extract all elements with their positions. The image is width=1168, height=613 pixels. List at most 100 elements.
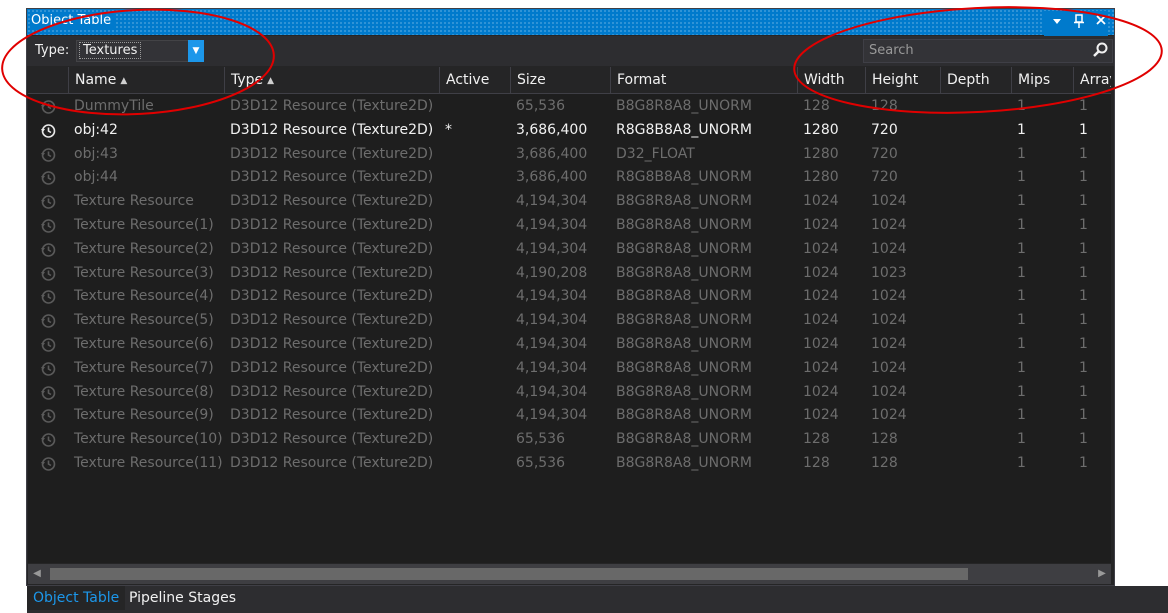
cell-height: 1024 xyxy=(871,407,907,424)
cell-format: R8G8B8A8_UNORM xyxy=(616,121,752,138)
cell-height: 720 xyxy=(871,121,898,138)
cell-format: B8G8R8A8_UNORM xyxy=(616,288,752,305)
cell-array: 1 xyxy=(1079,431,1088,448)
cell-mips: 1 xyxy=(1017,383,1026,400)
search-icon[interactable] xyxy=(1090,40,1110,62)
dropdown-icon[interactable] xyxy=(1050,11,1064,37)
history-clock-icon xyxy=(41,219,56,233)
cell-size: 4,194,304 xyxy=(516,240,588,257)
type-dropdown[interactable]: Textures ▼ xyxy=(76,40,204,62)
cell-size: 65,536 xyxy=(516,455,565,471)
cell-type: D3D12 Resource (Texture2D) xyxy=(230,193,434,210)
scroll-right-icon[interactable]: ▶ xyxy=(1093,564,1111,584)
cell-type: D3D12 Resource (Texture2D) xyxy=(230,145,434,162)
search-input[interactable]: Search xyxy=(863,39,1113,63)
cell-mips: 1 xyxy=(1017,240,1026,257)
cell-array: 1 xyxy=(1079,383,1088,400)
cell-name: DummyTile xyxy=(74,98,154,114)
cell-name: Texture Resource(6) xyxy=(74,336,214,352)
column-header-format[interactable]: Format xyxy=(610,67,797,93)
cell-height: 128 xyxy=(871,455,898,471)
cell-height: 1024 xyxy=(871,217,907,233)
chevron-down-icon[interactable]: ▼ xyxy=(188,40,204,62)
scroll-left-icon[interactable]: ◀ xyxy=(28,564,46,584)
cell-array: 1 xyxy=(1079,217,1088,233)
tab-object-table[interactable]: Object Table xyxy=(27,586,126,610)
cell-array: 1 xyxy=(1079,169,1088,186)
history-clock-icon xyxy=(41,338,56,352)
column-header-label: Array xyxy=(1080,72,1111,88)
cell-array: 1 xyxy=(1079,359,1088,376)
cell-array: 1 xyxy=(1079,240,1088,257)
close-icon[interactable] xyxy=(1094,11,1108,37)
cell-mips: 1 xyxy=(1017,359,1026,376)
cell-format: B8G8R8A8_UNORM xyxy=(616,98,752,114)
cell-width: 1024 xyxy=(803,288,839,305)
column-header-height[interactable]: Height xyxy=(865,67,940,93)
scrollbar-thumb[interactable] xyxy=(50,568,968,580)
cell-height: 1024 xyxy=(871,359,907,376)
column-header-name[interactable]: Name ▲ xyxy=(68,67,224,93)
table-row[interactable]: obj:42 D3D12 Resource (Texture2D) * 3,686,4… xyxy=(28,118,1111,142)
cell-array: 1 xyxy=(1079,407,1088,424)
cell-width: 1024 xyxy=(803,312,839,329)
history-clock-icon xyxy=(41,314,56,328)
cell-mips: 1 xyxy=(1017,193,1026,210)
cell-type: D3D12 Resource (Texture2D) xyxy=(230,240,434,257)
table-row[interactable]: Texture Resource(7) D3D12 Resource (Textu… xyxy=(28,356,1111,380)
cell-format: B8G8R8A8_UNORM xyxy=(616,431,752,448)
column-header-width[interactable]: Width xyxy=(797,67,865,93)
window-controls xyxy=(1044,11,1108,37)
table-row[interactable]: Texture Resource(8) D3D12 Resource (Textu… xyxy=(28,380,1111,404)
table-row[interactable]: Texture Resource(6) D3D12 Resource (Textu… xyxy=(28,332,1111,356)
cell-format: D32_FLOAT xyxy=(616,145,695,162)
table-row[interactable]: obj:43 D3D12 Resource (Texture2D) 3,686,40… xyxy=(28,142,1111,166)
history-clock-icon xyxy=(41,433,56,447)
column-header-depth[interactable]: Depth xyxy=(940,67,1011,93)
cell-format: B8G8R8A8_UNORM xyxy=(616,312,752,329)
cell-mips: 1 xyxy=(1017,336,1026,352)
column-header-array[interactable]: Array xyxy=(1073,67,1111,93)
cell-name: Texture Resource(11) xyxy=(74,455,223,471)
cell-height: 1024 xyxy=(871,383,907,400)
table-row[interactable]: Texture Resource(5) D3D12 Resource (Textu… xyxy=(28,308,1111,332)
table-row[interactable]: Texture Resource(11) D3D12 Resource (Text… xyxy=(28,451,1111,475)
column-header-type[interactable]: Type ▲ xyxy=(224,67,439,93)
column-header-mips[interactable]: Mips xyxy=(1011,67,1073,93)
cell-width: 1024 xyxy=(803,217,839,233)
cell-array: 1 xyxy=(1079,455,1088,471)
column-header-active[interactable]: Active xyxy=(439,67,510,93)
table-row[interactable]: obj:44 D3D12 Resource (Texture2D) 3,686,40… xyxy=(28,165,1111,189)
cell-type: D3D12 Resource (Texture2D) xyxy=(230,431,434,448)
table-row[interactable]: Texture Resource(1) D3D12 Resource (Textu… xyxy=(28,213,1111,237)
table-row[interactable]: Texture Resource(9) D3D12 Resource (Textu… xyxy=(28,403,1111,427)
cell-type: D3D12 Resource (Texture2D) xyxy=(230,312,434,329)
column-header-size[interactable]: Size xyxy=(510,67,610,93)
window-titlebar[interactable]: Object Table xyxy=(27,9,1114,37)
cell-type: D3D12 Resource (Texture2D) xyxy=(230,359,434,376)
column-header-label: Active xyxy=(446,72,490,88)
horizontal-scrollbar[interactable]: ◀ ▶ xyxy=(28,564,1111,584)
tab-pipeline-stages[interactable]: Pipeline Stages xyxy=(123,586,242,610)
table-row[interactable]: Texture Resource(3) D3D12 Resource (Textu… xyxy=(28,261,1111,285)
cell-name: Texture Resource(10) xyxy=(74,431,223,448)
pin-icon[interactable] xyxy=(1072,11,1086,37)
table-row[interactable]: Texture Resource D3D12 Resource (Texture2… xyxy=(28,189,1111,213)
cell-type: D3D12 Resource (Texture2D) xyxy=(230,217,434,233)
cell-name: Texture Resource(7) xyxy=(74,359,214,376)
cell-name: Texture Resource(2) xyxy=(74,240,214,257)
cell-mips: 1 xyxy=(1017,288,1026,305)
table-row[interactable]: Texture Resource(10) D3D12 Resource (Text… xyxy=(28,427,1111,451)
table-row[interactable]: DummyTile D3D12 Resource (Texture2D) 65,53… xyxy=(28,94,1111,118)
table-row[interactable]: Texture Resource(2) D3D12 Resource (Textu… xyxy=(28,237,1111,261)
cell-size: 4,194,304 xyxy=(516,407,588,424)
cell-name: obj:44 xyxy=(74,169,118,186)
table-row[interactable]: Texture Resource(4) D3D12 Resource (Textu… xyxy=(28,284,1111,308)
search-placeholder: Search xyxy=(869,43,914,58)
cell-name: Texture Resource(5) xyxy=(74,312,214,329)
cell-type: D3D12 Resource (Texture2D) xyxy=(230,288,434,305)
cell-height: 1024 xyxy=(871,336,907,352)
cell-size: 4,194,304 xyxy=(516,288,588,305)
cell-mips: 1 xyxy=(1017,407,1026,424)
cell-width: 1280 xyxy=(803,145,839,162)
